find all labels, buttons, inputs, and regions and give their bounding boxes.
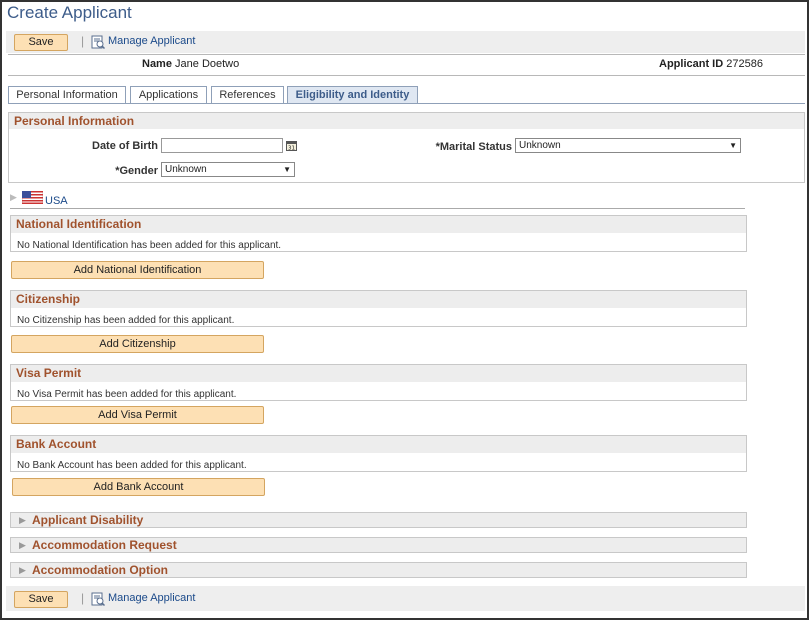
svg-text:31: 31 — [288, 146, 295, 152]
country-divider — [10, 208, 745, 209]
manage-applicant-icon[interactable] — [91, 592, 105, 606]
page-title: Create Applicant — [7, 3, 132, 22]
gender-select[interactable]: Unknown ▼ — [161, 162, 295, 177]
manage-applicant-link[interactable]: Manage Applicant — [108, 592, 195, 604]
applicant-disability-collapsible[interactable]: ▶ Applicant Disability — [10, 512, 747, 528]
dob-label: Date of Birth — [92, 140, 158, 152]
visa-permit-heading: Visa Permit — [11, 365, 746, 382]
header-bottom-divider — [8, 75, 805, 76]
save-button[interactable]: Save — [14, 34, 68, 51]
expand-triangle-icon: ▶ — [19, 540, 26, 550]
citizenship-heading: Citizenship — [11, 291, 746, 308]
top-toolbar: Save | Manage Applicant — [6, 31, 805, 53]
save-button[interactable]: Save — [14, 591, 68, 608]
accommodation-request-collapsible[interactable]: ▶ Accommodation Request — [10, 537, 747, 553]
expand-triangle-icon: ▶ — [19, 515, 26, 525]
marital-status-select[interactable]: Unknown ▼ — [515, 138, 741, 153]
bank-account-empty-message: No Bank Account has been added for this … — [17, 460, 247, 471]
add-citizenship-button[interactable]: Add Citizenship — [11, 335, 264, 353]
add-bank-account-button[interactable]: Add Bank Account — [12, 478, 265, 496]
name-value: Jane Doetwo — [175, 58, 240, 70]
applicant-id-label: Applicant ID — [659, 58, 724, 70]
page-frame: Create Applicant Save | Manage Applicant… — [0, 0, 809, 620]
expand-triangle-icon: ▶ — [19, 565, 26, 575]
tab-references[interactable]: References — [211, 86, 284, 104]
us-flag-icon — [22, 191, 43, 204]
visa-permit-empty-message: No Visa Permit has been added for this a… — [17, 389, 237, 400]
name-field: Name Jane Doetwo — [142, 58, 239, 70]
add-visa-permit-button[interactable]: Add Visa Permit — [11, 406, 264, 424]
toolbar-separator: | — [81, 34, 85, 48]
tab-divider — [8, 103, 805, 104]
add-national-identification-button[interactable]: Add National Identification — [11, 261, 264, 279]
gender-label: *Gender — [115, 165, 158, 177]
bank-account-heading: Bank Account — [11, 436, 746, 453]
dob-input[interactable] — [161, 138, 283, 153]
bank-account-section: Bank Account No Bank Account has been ad… — [10, 435, 747, 472]
expand-triangle-icon[interactable]: ▶ — [10, 192, 17, 203]
gender-value: Unknown — [165, 164, 207, 175]
applicant-id-field: Applicant ID 272586 — [659, 58, 763, 70]
national-id-empty-message: No National Identification has been adde… — [17, 240, 282, 251]
toolbar-separator: | — [81, 591, 85, 605]
visa-permit-section: Visa Permit No Visa Permit has been adde… — [10, 364, 747, 401]
bottom-toolbar: Save | Manage Applicant — [6, 586, 805, 611]
accommodation-option-collapsible[interactable]: ▶ Accommodation Option — [10, 562, 747, 578]
national-id-section: National Identification No National Iden… — [10, 215, 747, 252]
header-divider — [8, 54, 805, 55]
citizenship-empty-message: No Citizenship has been added for this a… — [17, 315, 235, 326]
manage-applicant-icon[interactable] — [91, 35, 105, 49]
marital-status-label: *Marital Status — [435, 141, 512, 153]
tab-applications[interactable]: Applications — [130, 86, 207, 104]
applicant-disability-label: Applicant Disability — [32, 513, 144, 527]
applicant-id-value: 272586 — [726, 58, 763, 70]
marital-status-value: Unknown — [519, 140, 561, 151]
calendar-icon[interactable]: 31 — [286, 140, 297, 151]
chevron-down-icon: ▼ — [283, 165, 291, 174]
accommodation-option-label: Accommodation Option — [32, 563, 168, 577]
accommodation-request-label: Accommodation Request — [32, 538, 177, 552]
name-label: Name — [142, 58, 172, 70]
citizenship-section: Citizenship No Citizenship has been adde… — [10, 290, 747, 327]
tab-personal-information[interactable]: Personal Information — [8, 86, 126, 104]
personal-info-heading: Personal Information — [9, 113, 804, 129]
manage-applicant-link[interactable]: Manage Applicant — [108, 35, 195, 47]
national-id-heading: National Identification — [11, 216, 746, 233]
tab-eligibility-and-identity[interactable]: Eligibility and Identity — [287, 86, 418, 104]
chevron-down-icon: ▼ — [729, 141, 737, 150]
country-usa-label[interactable]: USA — [45, 195, 68, 207]
